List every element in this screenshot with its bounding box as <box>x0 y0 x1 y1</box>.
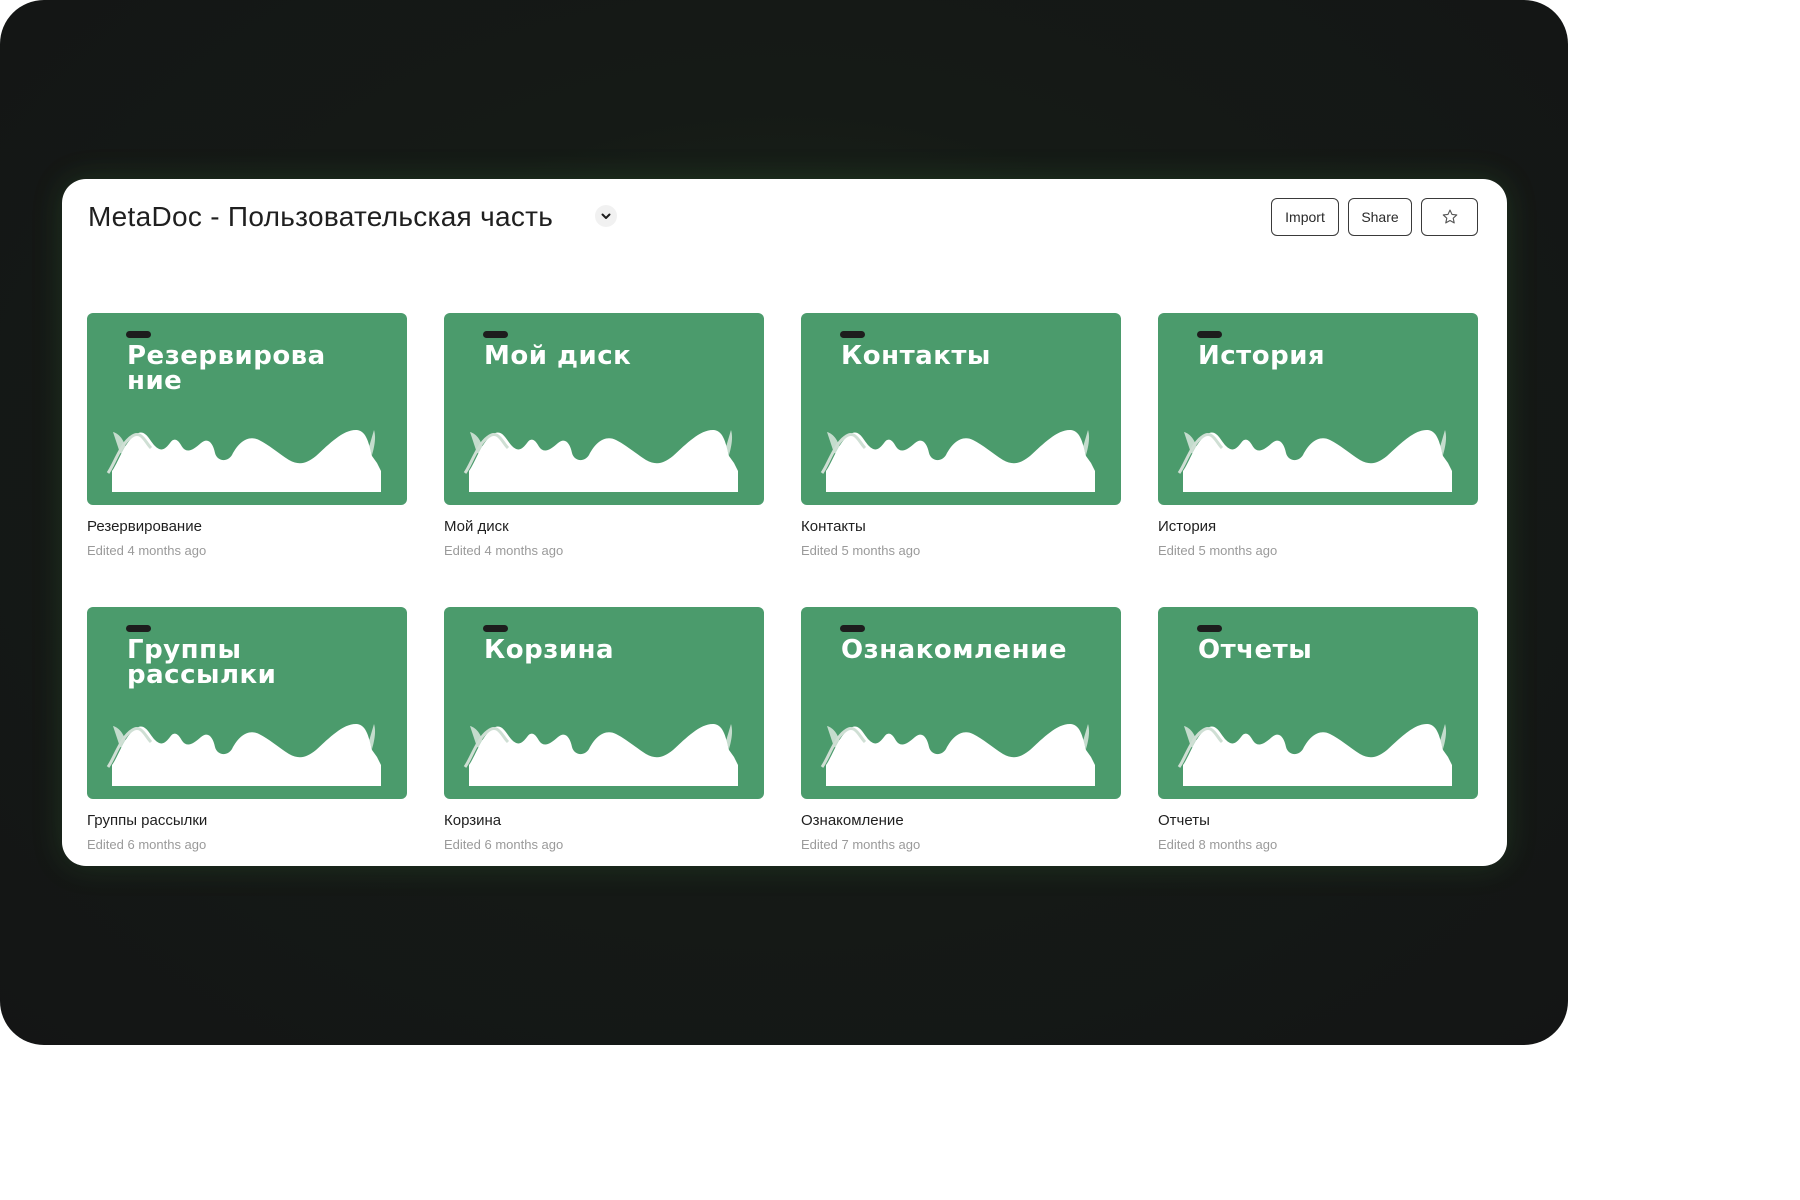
file-card[interactable]: Контакты <box>801 313 1121 505</box>
card-edited-time: Edited 4 months ago <box>87 543 207 558</box>
file-card[interactable]: История <box>1158 313 1478 505</box>
chevron-down-icon <box>601 213 611 219</box>
card-name[interactable]: Контакты <box>801 518 1121 535</box>
drip-illustration <box>106 723 381 786</box>
favorite-button[interactable] <box>1421 198 1478 236</box>
app-frame: MetaDoc - Пользовательская часть Import … <box>0 0 1568 1045</box>
drip-illustration <box>106 429 381 492</box>
card-edited-time: Edited 5 months ago <box>801 543 921 558</box>
file-panel: MetaDoc - Пользовательская часть Import … <box>62 179 1507 866</box>
card-name[interactable]: Мой диск <box>444 518 764 535</box>
file-card[interactable]: Отчеты <box>1158 607 1478 799</box>
card-name[interactable]: Корзина <box>444 812 764 829</box>
drip-illustration <box>1177 429 1452 492</box>
card-edited-time: Edited 6 months ago <box>87 837 207 852</box>
share-button[interactable]: Share <box>1348 198 1412 236</box>
file-card[interactable]: Резервирова ние <box>87 313 407 505</box>
file-card[interactable]: Мой диск <box>444 313 764 505</box>
card-name[interactable]: Группы рассылки <box>87 812 407 829</box>
drip-illustration <box>1177 723 1452 786</box>
file-card[interactable]: Ознакомление <box>801 607 1121 799</box>
drip-illustration <box>463 429 738 492</box>
star-icon <box>1442 209 1457 224</box>
card-name[interactable]: Отчеты <box>1158 812 1478 829</box>
drip-illustration <box>820 723 1095 786</box>
card-edited-time: Edited 5 months ago <box>1158 543 1278 558</box>
card-edited-time: Edited 8 months ago <box>1158 837 1278 852</box>
title-dropdown-button[interactable] <box>595 205 617 227</box>
card-name[interactable]: История <box>1158 518 1478 535</box>
card-name[interactable]: Ознакомление <box>801 812 1121 829</box>
drip-illustration <box>820 429 1095 492</box>
import-button[interactable]: Import <box>1271 198 1339 236</box>
page-title: MetaDoc - Пользовательская часть <box>88 201 554 232</box>
file-card[interactable]: Группы рассылки <box>87 607 407 799</box>
card-edited-time: Edited 4 months ago <box>444 543 564 558</box>
file-card[interactable]: Корзина <box>444 607 764 799</box>
card-edited-time: Edited 6 months ago <box>444 837 564 852</box>
card-name[interactable]: Резервирование <box>87 518 407 535</box>
drip-illustration <box>463 723 738 786</box>
card-edited-time: Edited 7 months ago <box>801 837 921 852</box>
